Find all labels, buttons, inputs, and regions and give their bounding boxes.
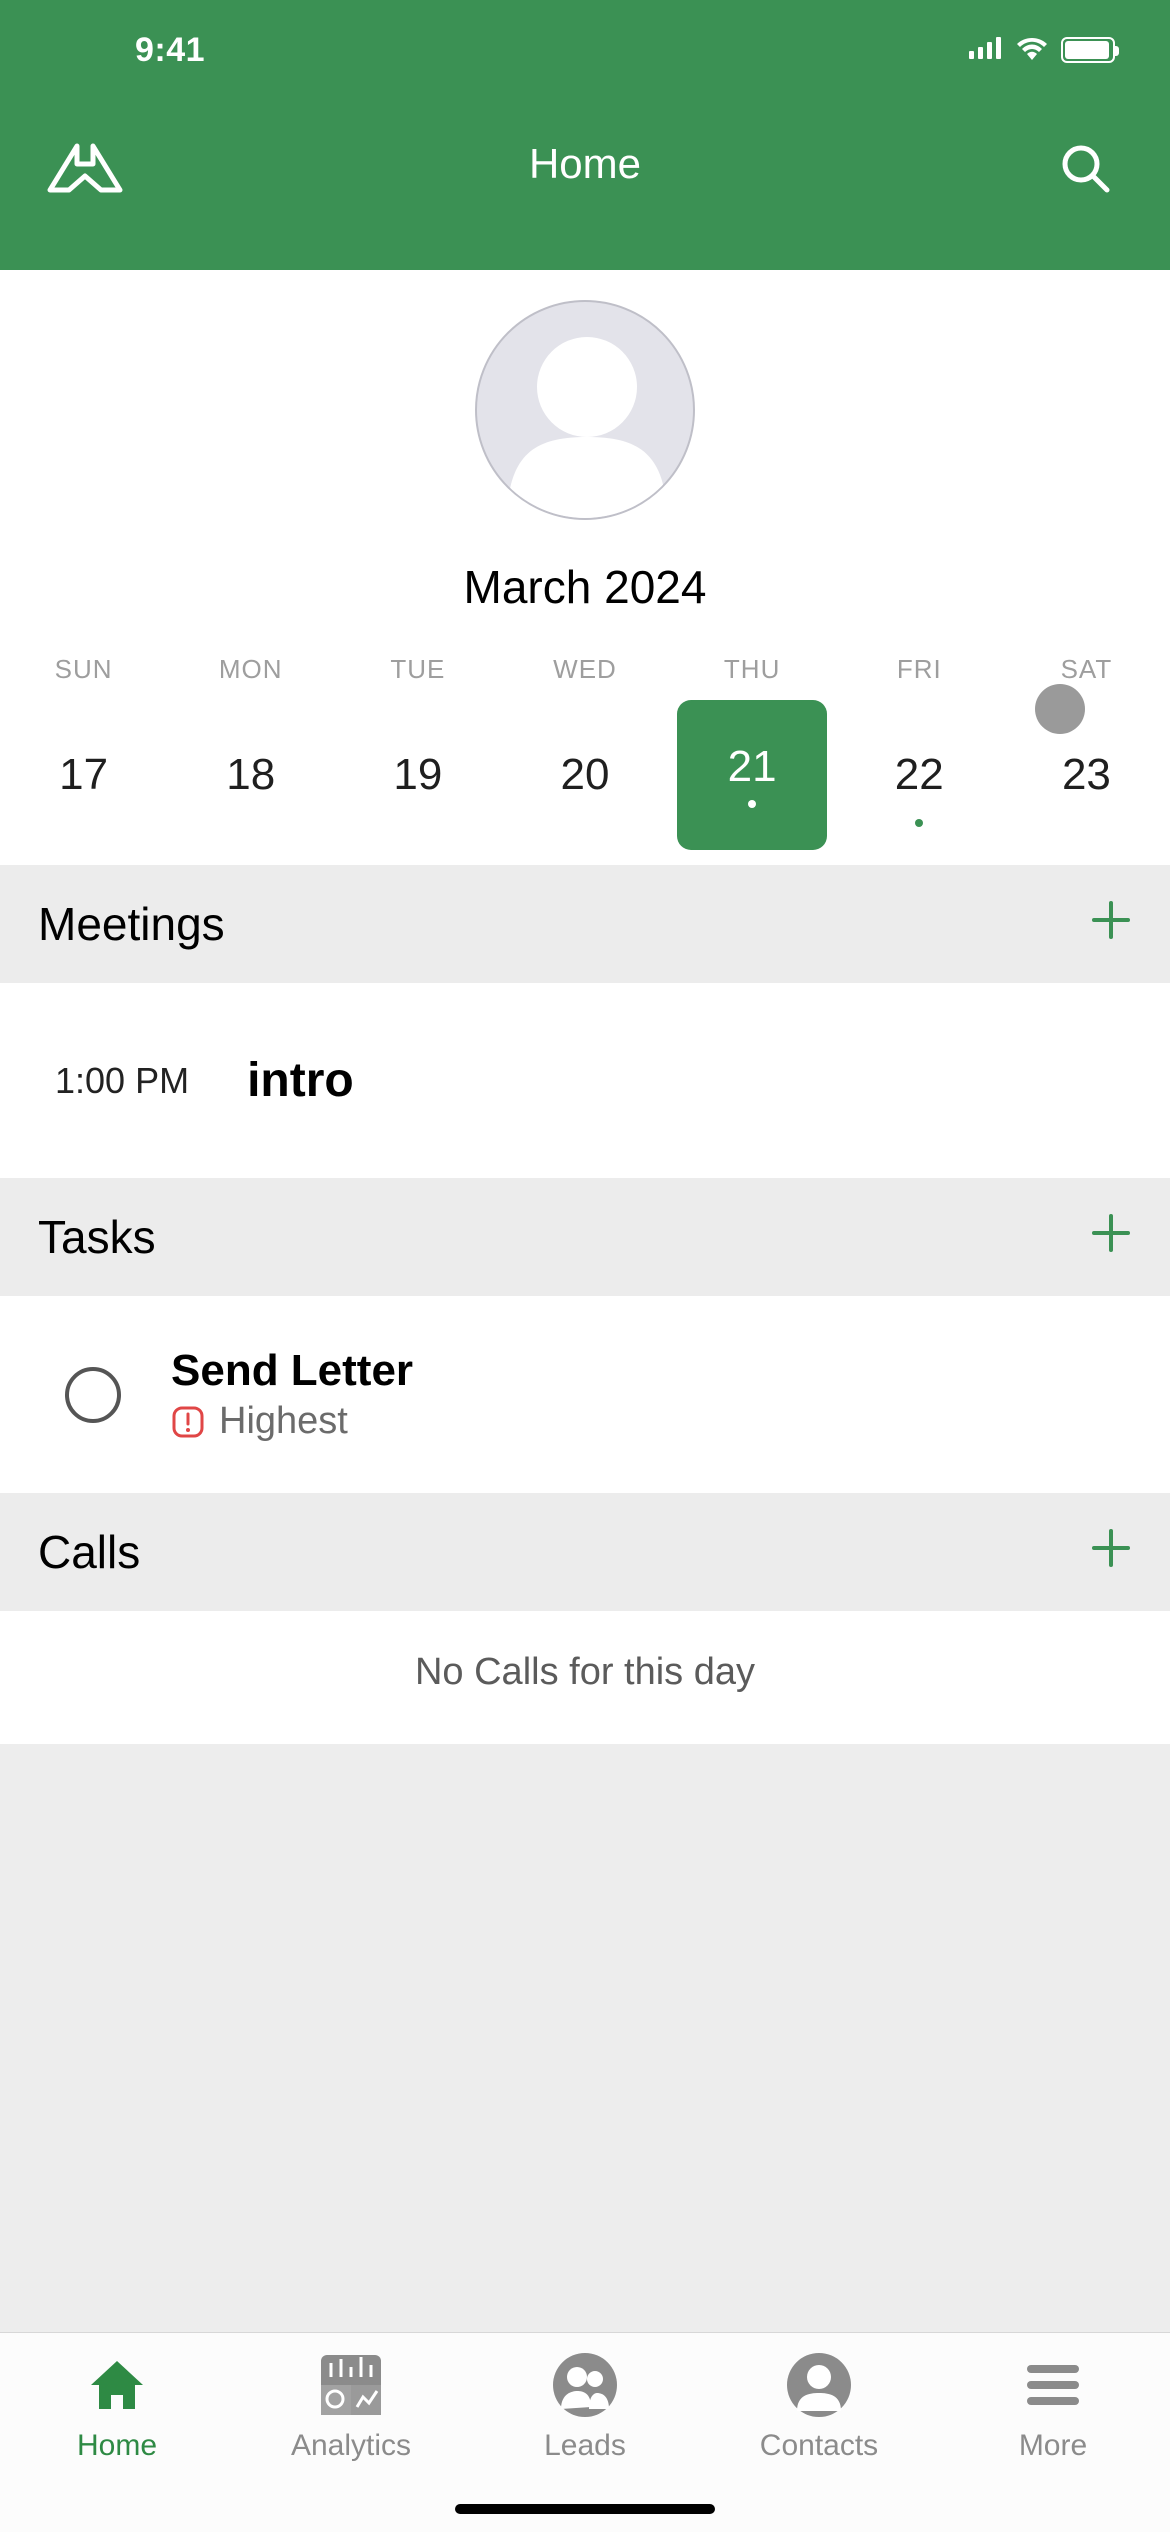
tab-label: Home: [77, 2429, 157, 2463]
day-23[interactable]: 23: [1003, 715, 1170, 835]
dow-mon: MON: [167, 654, 334, 685]
dow-wed: WED: [501, 654, 668, 685]
day-21[interactable]: 21: [677, 700, 828, 850]
meeting-title: intro: [247, 1053, 354, 1108]
tab-contacts[interactable]: Contacts: [702, 2349, 936, 2463]
month-label[interactable]: March 2024: [0, 560, 1170, 614]
search-button[interactable]: [1040, 140, 1130, 196]
meeting-time: 1:00 PM: [55, 1060, 189, 1102]
tab-more[interactable]: More: [936, 2349, 1170, 2463]
contacts-icon: [783, 2349, 855, 2421]
home-icon: [81, 2349, 153, 2421]
profile-block: March 2024: [0, 270, 1170, 624]
calls-header: Calls: [0, 1493, 1170, 1611]
tab-analytics[interactable]: Analytics: [234, 2349, 468, 2463]
day-19[interactable]: 19: [334, 715, 501, 835]
meetings-header: Meetings: [0, 865, 1170, 983]
status-bar: 9:41: [0, 0, 1170, 100]
day-18[interactable]: 18: [167, 715, 334, 835]
meetings-title: Meetings: [38, 897, 225, 951]
dow-tue: TUE: [334, 654, 501, 685]
day-17[interactable]: 17: [0, 715, 167, 835]
task-checkbox[interactable]: [65, 1367, 121, 1423]
tab-label: More: [1019, 2429, 1087, 2463]
nav-header: Home: [0, 100, 1170, 270]
avatar-placeholder-icon: [477, 302, 695, 520]
empty-space: [0, 1744, 1170, 2332]
calls-title: Calls: [38, 1525, 140, 1579]
tab-label: Contacts: [760, 2429, 878, 2463]
add-task-button[interactable]: [1090, 1212, 1132, 1262]
calls-empty-text: No Calls for this day: [0, 1611, 1170, 1744]
status-time: 9:41: [135, 31, 205, 70]
tab-home[interactable]: Home: [0, 2349, 234, 2463]
plus-icon: [1090, 899, 1132, 941]
hamburger-icon: [1017, 2349, 1089, 2421]
dow-thu: THU: [669, 654, 836, 685]
wifi-icon: [1015, 36, 1049, 65]
tasks-title: Tasks: [38, 1210, 156, 1264]
status-icons: [969, 36, 1115, 65]
zia-button[interactable]: [40, 140, 130, 196]
tab-bar: Home Analytics: [0, 2332, 1170, 2532]
plus-icon: [1090, 1212, 1132, 1254]
search-icon: [1057, 140, 1113, 196]
page-title: Home: [130, 140, 1040, 188]
add-meeting-button[interactable]: [1090, 899, 1132, 949]
week-days: 17 18 19 20 21 22 23: [0, 685, 1170, 865]
week-header: SUN MON TUE WED THU FRI SAT: [0, 624, 1170, 685]
priority-icon: [171, 1405, 205, 1439]
tab-label: Leads: [544, 2429, 626, 2463]
battery-icon: [1061, 37, 1115, 63]
meeting-row[interactable]: 1:00 PM intro: [0, 983, 1170, 1178]
tasks-header: Tasks: [0, 1178, 1170, 1296]
task-row[interactable]: Send Letter Highest: [0, 1296, 1170, 1493]
task-title: Send Letter: [171, 1346, 413, 1396]
dow-sun: SUN: [0, 654, 167, 685]
tab-label: Analytics: [291, 2429, 411, 2463]
task-priority: Highest: [219, 1400, 348, 1443]
dow-fri: FRI: [836, 654, 1003, 685]
day-20[interactable]: 20: [501, 715, 668, 835]
plus-icon: [1090, 1527, 1132, 1569]
event-dot-icon: [915, 819, 923, 827]
zia-icon: [45, 140, 125, 196]
analytics-icon: [315, 2349, 387, 2421]
dow-sat: SAT: [1003, 654, 1170, 685]
avatar[interactable]: [475, 300, 695, 520]
add-call-button[interactable]: [1090, 1527, 1132, 1577]
home-indicator[interactable]: [455, 2504, 715, 2514]
day-22[interactable]: 22: [836, 715, 1003, 835]
tab-leads[interactable]: Leads: [468, 2349, 702, 2463]
event-dot-icon: [748, 800, 756, 808]
cellular-icon: [969, 37, 1003, 64]
leads-icon: [549, 2349, 621, 2421]
